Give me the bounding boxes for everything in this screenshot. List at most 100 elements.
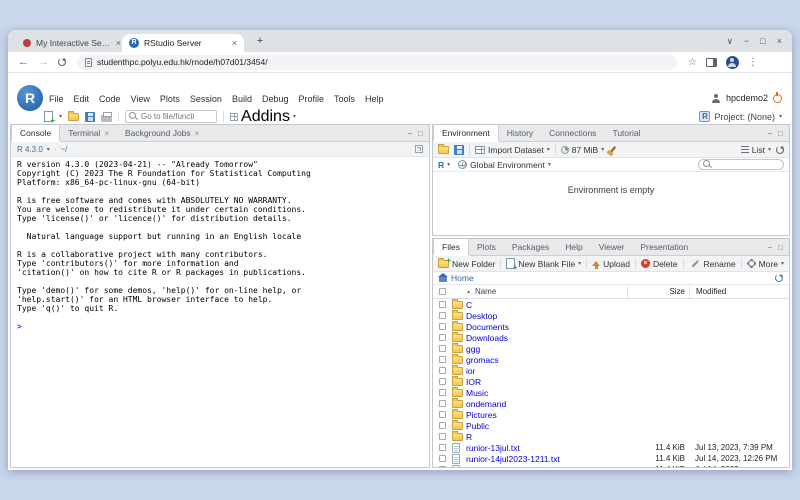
list-view-selector[interactable]: List ▾ <box>741 145 771 155</box>
file-row[interactable]: runior-13jul.txt 11.4 KiB Jul 13, 2023, … <box>433 442 789 453</box>
row-checkbox[interactable] <box>439 356 446 363</box>
browser-menu-icon[interactable]: ⋮ <box>748 57 758 68</box>
new-file-icon[interactable] <box>44 111 53 122</box>
tab-terminal[interactable]: Terminal × <box>60 125 117 141</box>
import-dataset-button[interactable]: Import Dataset ▾ <box>475 145 550 155</box>
environment-search-input[interactable] <box>715 160 779 169</box>
bookmark-star-icon[interactable]: ☆ <box>688 57 697 68</box>
file-name-link[interactable]: C <box>466 300 472 310</box>
row-checkbox[interactable] <box>439 367 446 374</box>
new-tab-button[interactable]: + <box>252 33 268 49</box>
file-name-link[interactable]: Documents <box>466 322 509 332</box>
console-output-area[interactable]: R version 4.3.0 (2023-04-21) -- "Already… <box>11 157 429 334</box>
file-name-link[interactable]: Desktop <box>466 311 497 321</box>
row-checkbox[interactable] <box>439 389 446 396</box>
menu-item[interactable]: View <box>126 93 155 106</box>
forward-icon[interactable]: → <box>38 56 49 68</box>
tab-console[interactable]: Console <box>11 125 60 141</box>
tab-viewer[interactable]: Viewer <box>591 239 633 255</box>
load-workspace-icon[interactable] <box>438 146 449 154</box>
environment-search[interactable] <box>698 159 784 170</box>
url-field[interactable]: studenthpc.polyu.edu.hk/rnode/h07d01/345… <box>77 55 677 70</box>
row-checkbox[interactable] <box>439 466 446 468</box>
file-row[interactable]: Downloads <box>433 332 789 343</box>
column-name[interactable]: ▲ Name <box>466 287 627 296</box>
row-checkbox[interactable] <box>439 455 446 462</box>
menu-item[interactable]: Code <box>94 93 126 106</box>
refresh-files-icon[interactable] <box>775 274 783 282</box>
file-name-link[interactable]: Music <box>466 388 488 398</box>
row-checkbox[interactable] <box>439 400 446 407</box>
file-row[interactable]: gromacs <box>433 354 789 365</box>
row-checkbox[interactable] <box>439 411 446 418</box>
tab-plots[interactable]: Plots <box>469 239 504 255</box>
save-icon[interactable] <box>85 112 95 122</box>
file-row[interactable]: IOR <box>433 376 789 387</box>
row-checkbox[interactable] <box>439 345 446 352</box>
goto-file-search[interactable] <box>125 110 217 123</box>
tab-environment[interactable]: Environment <box>433 125 499 141</box>
menu-item[interactable]: Build <box>227 93 257 106</box>
file-name-link[interactable]: runior-13jul.txt <box>466 443 520 453</box>
tab-background-jobs[interactable]: Background Jobs × <box>117 125 207 141</box>
menu-item[interactable]: Tools <box>329 93 360 106</box>
tab-files[interactable]: Files <box>433 239 469 255</box>
tab-history[interactable]: History <box>499 125 541 141</box>
file-row[interactable]: runior-14jul2023.txt 11.4 KiB Jul 14, 20… <box>433 464 789 468</box>
file-row[interactable]: Pictures <box>433 409 789 420</box>
column-modified[interactable]: Modified <box>689 285 789 298</box>
tab-tutorial[interactable]: Tutorial <box>604 125 648 141</box>
tab-connections[interactable]: Connections <box>541 125 604 141</box>
column-size[interactable]: Size <box>627 285 689 298</box>
row-checkbox[interactable] <box>439 444 446 451</box>
addins-menu[interactable]: Addins ▾ <box>230 108 296 126</box>
new-blank-file-button[interactable]: New Blank File ▾ <box>506 258 581 269</box>
maximize-pane-icon[interactable]: □ <box>418 129 423 138</box>
close-icon[interactable]: × <box>104 129 109 138</box>
save-workspace-icon[interactable] <box>454 145 464 155</box>
row-checkbox[interactable] <box>439 301 446 308</box>
file-row[interactable]: C <box>433 299 789 310</box>
file-name-link[interactable]: Downloads <box>466 333 508 343</box>
file-row[interactable]: ior <box>433 365 789 376</box>
tab-close-icon[interactable]: × <box>116 38 121 48</box>
maximize-icon[interactable]: □ <box>760 36 765 46</box>
refresh-icon[interactable] <box>58 58 66 66</box>
menu-item[interactable]: Debug <box>257 93 294 106</box>
file-name-link[interactable]: R <box>466 432 472 442</box>
row-checkbox[interactable] <box>439 433 446 440</box>
upload-button[interactable]: Upload <box>592 259 630 269</box>
file-row[interactable]: Desktop <box>433 310 789 321</box>
file-name-link[interactable]: ondemand <box>466 399 506 409</box>
site-info-icon[interactable] <box>85 58 92 67</box>
side-panel-icon[interactable] <box>706 58 717 67</box>
row-checkbox[interactable] <box>439 312 446 319</box>
back-icon[interactable]: ← <box>18 56 29 68</box>
username[interactable]: hpcdemo2 <box>726 93 768 103</box>
r-version-label[interactable]: R 4.3.0 <box>17 145 43 154</box>
new-file-chevron-icon[interactable]: ▾ <box>59 113 62 120</box>
open-file-icon[interactable] <box>68 113 79 121</box>
language-selector[interactable]: R ▾ <box>438 160 450 170</box>
tab-packages[interactable]: Packages <box>504 239 557 255</box>
profile-avatar[interactable] <box>726 56 739 69</box>
menu-item[interactable]: File <box>44 93 69 106</box>
clear-objects-broom-icon[interactable] <box>610 146 616 153</box>
row-checkbox[interactable] <box>439 422 446 429</box>
file-row[interactable]: ggg <box>433 343 789 354</box>
working-directory-link[interactable]: ~/ <box>60 145 67 154</box>
minimize-pane-icon[interactable]: − <box>767 129 772 138</box>
close-icon[interactable]: × <box>195 129 200 138</box>
close-icon[interactable]: × <box>777 36 782 46</box>
row-checkbox[interactable] <box>439 378 446 385</box>
open-new-window-icon[interactable] <box>415 145 423 153</box>
file-row[interactable]: Music <box>433 387 789 398</box>
file-row[interactable]: Public <box>433 420 789 431</box>
tab-close-icon[interactable]: × <box>232 38 237 48</box>
browser-tab-sessions[interactable]: My Interactive Sessions - Student × <box>16 34 128 52</box>
row-checkbox[interactable] <box>439 323 446 330</box>
file-name-link[interactable]: ior <box>466 366 475 376</box>
goto-file-input[interactable] <box>141 112 213 121</box>
more-menu-button[interactable]: More ▾ <box>747 259 784 269</box>
file-row[interactable]: R <box>433 431 789 442</box>
